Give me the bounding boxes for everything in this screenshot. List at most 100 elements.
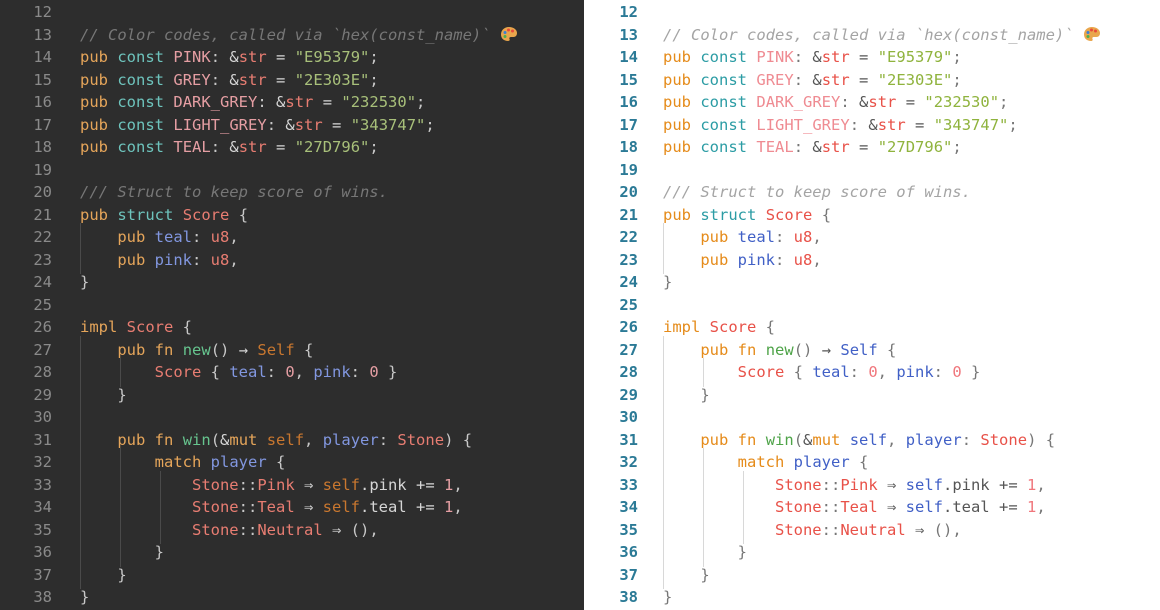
light-theme-editor[interactable]: 12 13 // Color codes, called via `hex(cons… (584, 0, 1160, 610)
token-kw: pub (700, 250, 729, 269)
code-line[interactable]: 14 pub const PINK: &str = "E95379"; (0, 46, 584, 69)
code-text: pub teal: u8, (663, 226, 821, 249)
code-line[interactable]: 22 pub teal: u8, (0, 223, 584, 252)
code-line[interactable]: 31 pub fn win(&mut self, player: Stone) … (0, 425, 584, 454)
token-const: TEAL (173, 138, 211, 156)
code-text: pub pink: u8, (663, 249, 821, 272)
code-line[interactable]: 15 pub const GREY: &str = "2E303E"; (0, 69, 584, 92)
code-line[interactable]: 32 match player { (584, 448, 1160, 477)
code-text: } (663, 586, 672, 609)
code-view[interactable]: 12 13 // Color codes, called via `hex(cons… (0, 1, 584, 609)
code-line[interactable]: 18 pub const TEAL: &str = "27D796"; (584, 136, 1160, 159)
token-type: Stone (774, 520, 822, 539)
code-line[interactable]: 34 Stone::Teal ⇒ self.teal += 1, (0, 493, 584, 522)
code-line[interactable]: 26 impl Score { (584, 316, 1160, 339)
code-line[interactable]: 37 } (584, 560, 1160, 589)
token-self: self (905, 498, 943, 516)
dark-theme-editor[interactable]: 12 13 // Color codes, called via `hex(cons… (0, 0, 584, 610)
token-punct: : (840, 93, 860, 111)
token-type: Neutral (257, 520, 323, 539)
line-number: 14 (33, 48, 52, 66)
token-op: = (849, 138, 878, 156)
token-punct: ( (793, 430, 804, 449)
token-kw: pub (663, 48, 691, 66)
token-plain: & (276, 93, 286, 111)
code-line[interactable]: 17 pub const LIGHT_GREY: &str = "343747"; (584, 114, 1160, 137)
code-line[interactable]: 12 (0, 1, 584, 24)
line-number: 36 (619, 543, 638, 561)
token-punct: ; (952, 48, 962, 66)
code-line[interactable]: 20 /// Struct to keep score of wins. (584, 181, 1160, 204)
token-punct: ) { (444, 430, 473, 449)
code-line[interactable]: 36 } (584, 538, 1160, 567)
code-line[interactable]: 17 pub const LIGHT_GREY: &str = "343747"; (0, 114, 584, 137)
token-op: ⇒ (294, 475, 323, 494)
token-plain: & (229, 48, 239, 66)
line-number: 14 (619, 48, 638, 66)
code-text: } (663, 541, 747, 564)
code-line[interactable]: 33 Stone::Pink ⇒ self.pink += 1, (584, 470, 1160, 499)
code-line[interactable]: 33 Stone::Pink ⇒ self.pink += 1, (0, 470, 584, 499)
code-line[interactable]: 29 } (584, 380, 1160, 409)
code-line[interactable]: 29 } (0, 380, 584, 409)
code-line[interactable]: 15 pub const GREY: &str = "2E303E"; (584, 69, 1160, 92)
token-num: 0 (285, 363, 295, 381)
token-kw: match (154, 453, 202, 471)
line-number: 21 (33, 205, 52, 224)
token-punct: { (756, 318, 776, 336)
token-string: "27D796" (877, 138, 953, 156)
code-line[interactable]: 30 (0, 403, 584, 432)
code-line[interactable]: 19 (584, 159, 1160, 182)
code-line[interactable]: 30 (584, 403, 1160, 432)
code-line[interactable]: 24} (0, 271, 584, 294)
code-line[interactable]: 26 impl Score { (0, 316, 584, 339)
token-punct: ; (1008, 115, 1018, 134)
code-line[interactable]: 20 /// Struct to keep score of wins. (0, 181, 584, 204)
line-number: 27 (33, 340, 52, 359)
code-text: pub const LIGHT_GREY: &str = "343747"; (663, 114, 1018, 137)
token-field: pink (737, 250, 775, 269)
token-punct: ) { (1027, 430, 1056, 449)
code-line[interactable]: 23 pub pink: u8, (0, 245, 584, 274)
code-line[interactable]: 27 pub fn new() → Self { (0, 335, 584, 364)
code-line[interactable]: 21 pub struct Score { (584, 204, 1160, 227)
code-line[interactable]: 19 (0, 159, 584, 182)
code-line[interactable]: 12 (584, 1, 1160, 24)
code-line[interactable]: 38} (584, 586, 1160, 609)
code-line[interactable]: 36 } (0, 538, 584, 567)
code-line[interactable]: 16 pub const DARK_GREY: &str = "232530"; (584, 91, 1160, 114)
token-op: = (905, 115, 934, 134)
token-punct: , (887, 430, 906, 449)
line-number: 20 (619, 183, 638, 201)
code-line[interactable]: 27 pub fn new() → Self { (584, 335, 1160, 364)
code-line[interactable]: 37 } (0, 560, 584, 589)
token-kw: pub (80, 70, 108, 89)
code-line[interactable]: 35 Stone::Neutral ⇒ (), (0, 515, 584, 544)
code-line[interactable]: 21 pub struct Score { (0, 204, 584, 227)
code-line[interactable]: 28 Score { teal: 0, pink: 0 } (0, 358, 584, 387)
line-number: 34 (619, 498, 638, 516)
code-line[interactable]: 23 pub pink: u8, (584, 245, 1160, 274)
code-line[interactable]: 22 pub teal: u8, (584, 223, 1160, 252)
code-view[interactable]: 12 13 // Color codes, called via `hex(cons… (584, 1, 1160, 609)
code-line[interactable]: 14 pub const PINK: &str = "E95379"; (584, 46, 1160, 69)
code-line[interactable]: 31 pub fn win(&mut self, player: Stone) … (584, 425, 1160, 454)
code-line[interactable]: 38} (0, 586, 584, 609)
token-type: str (877, 115, 906, 134)
code-line[interactable]: 35 Stone::Neutral ⇒ (), (584, 515, 1160, 544)
code-line[interactable]: 16 pub const DARK_GREY: &str = "232530"; (0, 91, 584, 114)
code-line[interactable]: 34 Stone::Teal ⇒ self.teal += 1, (584, 493, 1160, 522)
token-field: player (793, 453, 850, 471)
token-type: Score (765, 205, 813, 224)
code-line[interactable]: 13 // Color codes, called via `hex(const_… (0, 24, 584, 47)
code-line[interactable]: 32 match player { (0, 448, 584, 477)
code-line[interactable]: 28 Score { teal: 0, pink: 0 } (584, 358, 1160, 387)
code-line[interactable]: 24} (584, 271, 1160, 294)
code-line[interactable]: 25 (584, 294, 1160, 317)
code-line[interactable]: 13 // Color codes, called via `hex(const_… (584, 24, 1160, 47)
code-line[interactable]: 18 pub const TEAL: &str = "27D796"; (0, 136, 584, 159)
code-line[interactable]: 25 (0, 294, 584, 317)
